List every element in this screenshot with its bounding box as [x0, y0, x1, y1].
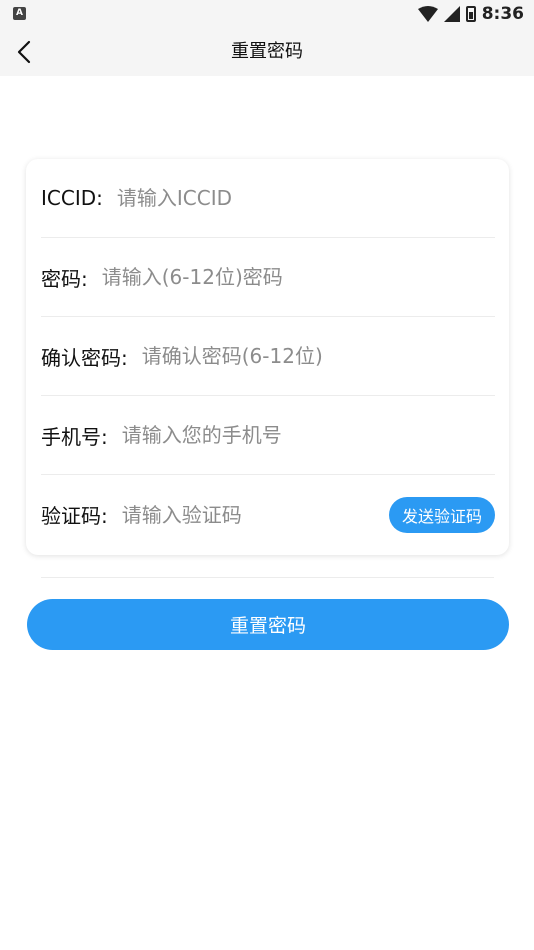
reset-form-card: ICCID: 密码: 确认密码: 手机号: 验证码: 发送验证码: [26, 159, 509, 555]
password-row: 密码:: [41, 238, 495, 317]
send-code-button[interactable]: 发送验证码: [389, 496, 495, 533]
iccid-input[interactable]: [116, 186, 495, 210]
header: 重置密码: [0, 28, 534, 76]
iccid-row: ICCID:: [41, 159, 495, 238]
battery-icon: [465, 6, 476, 22]
verification-code-input[interactable]: [121, 502, 389, 527]
reset-password-button[interactable]: 重置密码: [27, 599, 509, 650]
app-notification-icon: A: [13, 7, 26, 20]
iccid-label: ICCID:: [41, 186, 103, 210]
page-title: 重置密码: [231, 41, 303, 62]
phone-label: 手机号:: [41, 424, 108, 449]
password-label: 密码:: [41, 266, 88, 291]
signal-icon: [443, 6, 460, 22]
status-time: 8:36: [481, 4, 524, 24]
status-icons: 8:36: [417, 4, 524, 24]
confirm-password-label: 确认密码:: [41, 345, 128, 370]
wifi-icon: [417, 6, 438, 22]
confirm-password-row: 确认密码:: [41, 317, 495, 396]
password-input[interactable]: [101, 265, 495, 289]
phone-input[interactable]: [121, 423, 495, 447]
status-bar: A 8:36: [0, 0, 534, 28]
verification-code-row: 验证码: 发送验证码: [41, 475, 495, 554]
phone-row: 手机号:: [41, 396, 495, 475]
verification-code-label: 验证码:: [41, 504, 108, 528]
confirm-password-input[interactable]: [141, 344, 495, 368]
divider: [41, 577, 494, 578]
